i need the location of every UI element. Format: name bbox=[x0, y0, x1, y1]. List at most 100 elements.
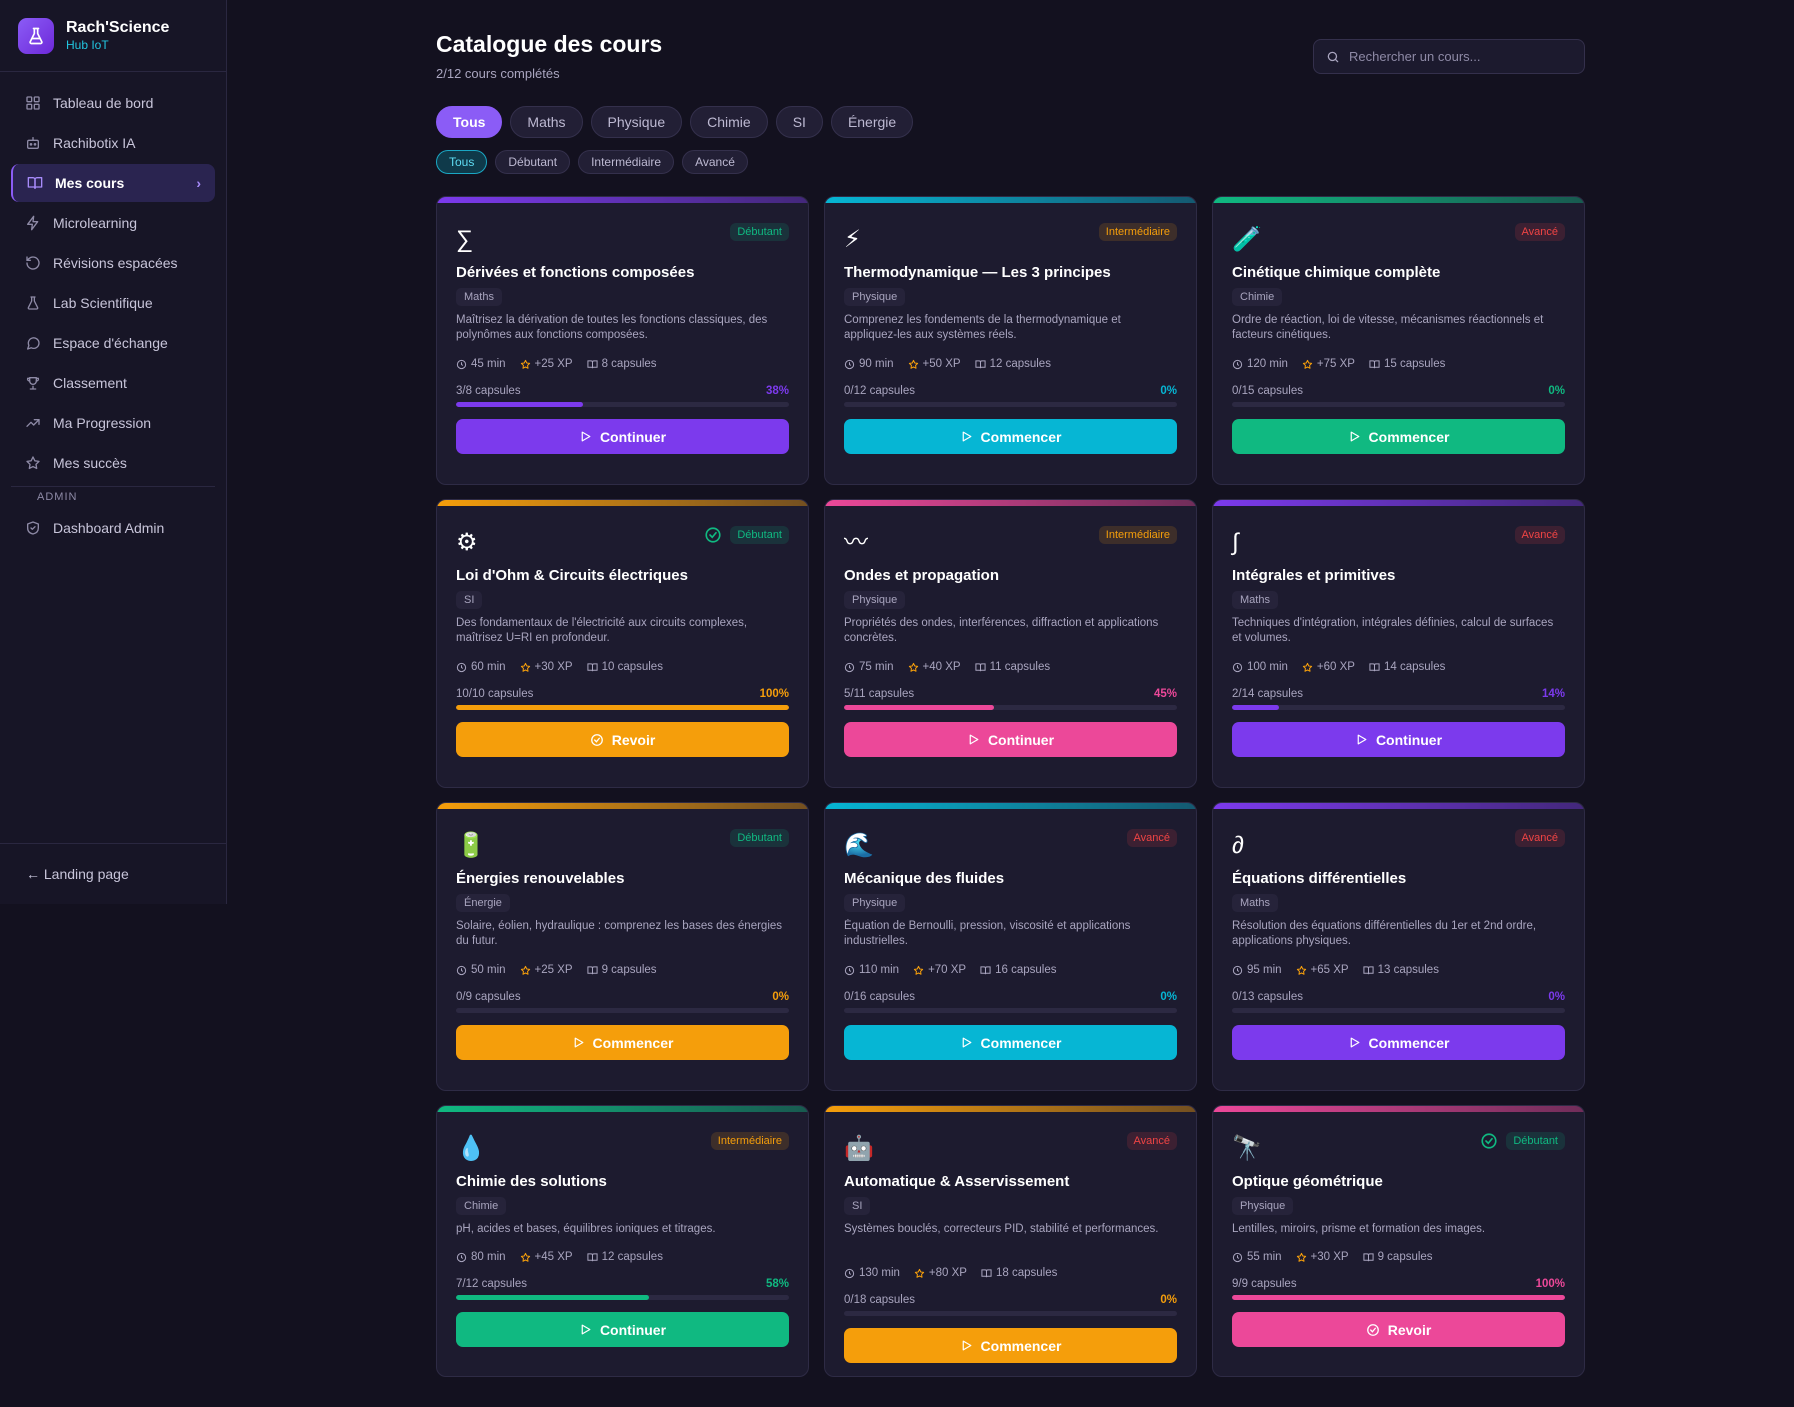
duration: 45 min bbox=[471, 358, 506, 370]
course-action-button[interactable]: Continuer bbox=[456, 1312, 789, 1347]
xp: +40 XP bbox=[922, 661, 961, 673]
subject-filter-chip[interactable]: SI bbox=[775, 106, 823, 138]
play-icon bbox=[581, 431, 591, 442]
sidebar-item-admin[interactable]: Dashboard Admin bbox=[11, 509, 215, 547]
sidebar-item-label: Ma Progression bbox=[53, 415, 152, 431]
course-meta: 55 min +30 XP 9 capsules bbox=[1232, 1251, 1565, 1263]
level-filter-chip[interactable]: Avancé bbox=[682, 150, 748, 174]
check-circle-icon bbox=[1481, 1133, 1497, 1149]
course-icon: ∫ bbox=[1232, 529, 1239, 556]
progress-fill bbox=[456, 1295, 650, 1300]
course-card[interactable]: 🧪 Avancé Cinétique chimique complète Chimie… bbox=[1212, 196, 1585, 485]
course-card[interactable]: 🔋 Débutant Énergies renouvelables Énergie So… bbox=[436, 802, 809, 1091]
course-card[interactable]: ∂ Avancé Équations différentielles Maths Rés… bbox=[1212, 802, 1585, 1091]
course-action-button[interactable]: Revoir bbox=[456, 722, 789, 757]
book-icon bbox=[980, 965, 991, 974]
course-action-button[interactable]: Commencer bbox=[844, 1025, 1177, 1060]
level-badge: Débutant bbox=[730, 829, 789, 847]
star-icon bbox=[520, 965, 530, 975]
level-filter-chip[interactable]: Intermédiaire bbox=[578, 150, 675, 174]
subject-filter-chip[interactable]: Énergie bbox=[830, 106, 914, 138]
sidebar-item-7[interactable]: Classement bbox=[11, 364, 215, 402]
course-card[interactable]: 🔭 Débutant Optique géométrique Physique Lent… bbox=[1212, 1105, 1585, 1377]
progress-percent: 0% bbox=[1548, 385, 1565, 397]
course-icon: ∂ bbox=[1232, 832, 1244, 859]
course-action-button[interactable]: Continuer bbox=[1232, 722, 1565, 757]
play-icon bbox=[581, 1324, 591, 1335]
subject-filter-chip[interactable]: Physique bbox=[590, 106, 683, 138]
course-description: Solaire, éolien, hydraulique : comprenez… bbox=[456, 920, 783, 947]
book-icon bbox=[586, 662, 598, 671]
card-accent-bar bbox=[437, 197, 808, 203]
sidebar-item-2[interactable]: Mes cours › bbox=[11, 164, 215, 202]
dashboard-icon bbox=[26, 96, 40, 110]
course-action-button[interactable]: Commencer bbox=[1232, 1025, 1565, 1060]
course-card[interactable]: ∫ Avancé Intégrales et primitives Maths Tech… bbox=[1212, 499, 1585, 788]
card-accent-bar bbox=[825, 803, 1196, 809]
chat-icon bbox=[27, 337, 40, 350]
course-card[interactable]: 〰 Intermédiaire Ondes et propagation Physiq… bbox=[824, 499, 1197, 788]
progress-label: 9/9 capsules bbox=[1232, 1278, 1297, 1290]
star-icon bbox=[26, 456, 40, 470]
sidebar-item-3[interactable]: Microlearning bbox=[11, 204, 215, 242]
course-card[interactable]: 🤖 Avancé Automatique & Asservissement SI Sys… bbox=[824, 1105, 1197, 1377]
sidebar-item-5[interactable]: Lab Scientifique bbox=[11, 284, 215, 322]
progress-percent: 0% bbox=[1160, 385, 1177, 397]
subject-tag: Maths bbox=[1232, 894, 1278, 912]
subject-filters: Tous Maths Physique Chimie SI Énergie bbox=[436, 106, 914, 138]
brand-name: Rach'Science bbox=[66, 19, 170, 36]
brand[interactable]: Rach'Science Hub IoT bbox=[0, 0, 226, 72]
level-filter-chip[interactable]: Tous bbox=[436, 150, 488, 174]
progress-percent: 14% bbox=[1541, 688, 1565, 700]
subject-filter-chip[interactable]: Maths bbox=[510, 106, 583, 138]
shield-icon bbox=[27, 521, 39, 535]
course-title: Loi d'Ohm & Circuits électriques bbox=[456, 567, 688, 584]
sidebar-item-1[interactable]: Rachibotix IA bbox=[11, 124, 215, 162]
sidebar-item-6[interactable]: Espace d'échange bbox=[11, 324, 215, 362]
course-action-button[interactable]: Continuer bbox=[844, 722, 1177, 757]
course-description: Comprenez les fondements de la thermodyn… bbox=[844, 314, 1121, 341]
course-action-button[interactable]: Commencer bbox=[844, 1328, 1177, 1363]
level-filter-chip[interactable]: Débutant bbox=[495, 150, 571, 174]
card-accent-bar bbox=[437, 500, 808, 506]
button-label: Commencer bbox=[592, 1034, 674, 1051]
progress-label: 0/16 capsules bbox=[844, 991, 915, 1003]
course-card[interactable]: ⚙ Débutant Loi d'Ohm & Circuits électrique… bbox=[436, 499, 809, 788]
card-accent-bar bbox=[1213, 1106, 1584, 1112]
sidebar-item-9[interactable]: Mes succès bbox=[11, 444, 215, 482]
subject-tag: Chimie bbox=[456, 1197, 507, 1215]
progress-percent: 38% bbox=[765, 385, 789, 397]
button-label: Commencer bbox=[980, 1337, 1062, 1354]
subject-filter-chip[interactable]: Chimie bbox=[690, 106, 768, 138]
subject-filter-chip[interactable]: Tous bbox=[436, 106, 503, 138]
capsule-count: 8 capsules bbox=[601, 358, 657, 370]
landing-page-link[interactable]: ← Landing page bbox=[0, 843, 226, 882]
course-card[interactable]: 💧 Intermédiaire Chimie des solutions Chimie… bbox=[436, 1105, 809, 1377]
progress-label: 10/10 capsules bbox=[456, 688, 534, 700]
progress-label: 0/12 capsules bbox=[844, 385, 915, 397]
sidebar-item-8[interactable]: Ma Progression bbox=[11, 404, 215, 442]
course-icon: 🤖 bbox=[844, 1135, 874, 1162]
course-action-button[interactable]: Commencer bbox=[844, 419, 1177, 454]
course-card[interactable]: ⚡ Intermédiaire Thermodynamique — Les 3 pr… bbox=[824, 196, 1197, 485]
course-action-button[interactable]: Commencer bbox=[1232, 419, 1565, 454]
play-icon bbox=[962, 1340, 971, 1351]
course-action-button[interactable]: Revoir bbox=[1232, 1312, 1565, 1347]
course-action-button[interactable]: Continuer bbox=[456, 419, 789, 454]
search-box[interactable] bbox=[1313, 39, 1585, 74]
course-card[interactable]: ∑ Débutant Dérivées et fonctions composées… bbox=[436, 196, 809, 485]
search-input[interactable] bbox=[1349, 49, 1569, 64]
course-action-button[interactable]: Commencer bbox=[456, 1025, 789, 1060]
progress-percent: 0% bbox=[1548, 991, 1565, 1003]
progress-label: 0/15 capsules bbox=[1232, 385, 1303, 397]
course-icon: 🌊 bbox=[844, 832, 874, 859]
course-meta: 45 min +25 XP 8 capsules bbox=[456, 358, 789, 370]
course-title: Cinétique chimique complète bbox=[1232, 264, 1441, 281]
progress-percent: 0% bbox=[1160, 991, 1177, 1003]
sidebar-item-4[interactable]: Révisions espacées bbox=[11, 244, 215, 282]
sidebar-item-label: Lab Scientifique bbox=[53, 295, 153, 311]
duration: 95 min bbox=[1247, 964, 1282, 976]
progress-track bbox=[844, 402, 1177, 407]
course-card[interactable]: 🌊 Avancé Mécanique des fluides Physique Équa… bbox=[824, 802, 1197, 1091]
sidebar-item-0[interactable]: Tableau de bord bbox=[11, 84, 215, 122]
